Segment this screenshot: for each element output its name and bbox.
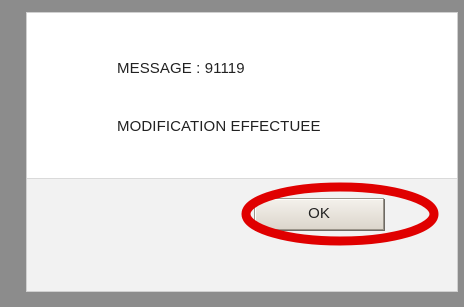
ok-button[interactable]: OK [254, 198, 384, 230]
message-dialog: MESSAGE : 91119 MODIFICATION EFFECTUEE [26, 12, 458, 292]
message-code: MESSAGE : 91119 [117, 60, 245, 77]
message-text: MODIFICATION EFFECTUEE [117, 118, 321, 135]
dialog-message-area: MESSAGE : 91119 MODIFICATION EFFECTUEE [27, 13, 457, 178]
dialog-footer [27, 179, 457, 291]
